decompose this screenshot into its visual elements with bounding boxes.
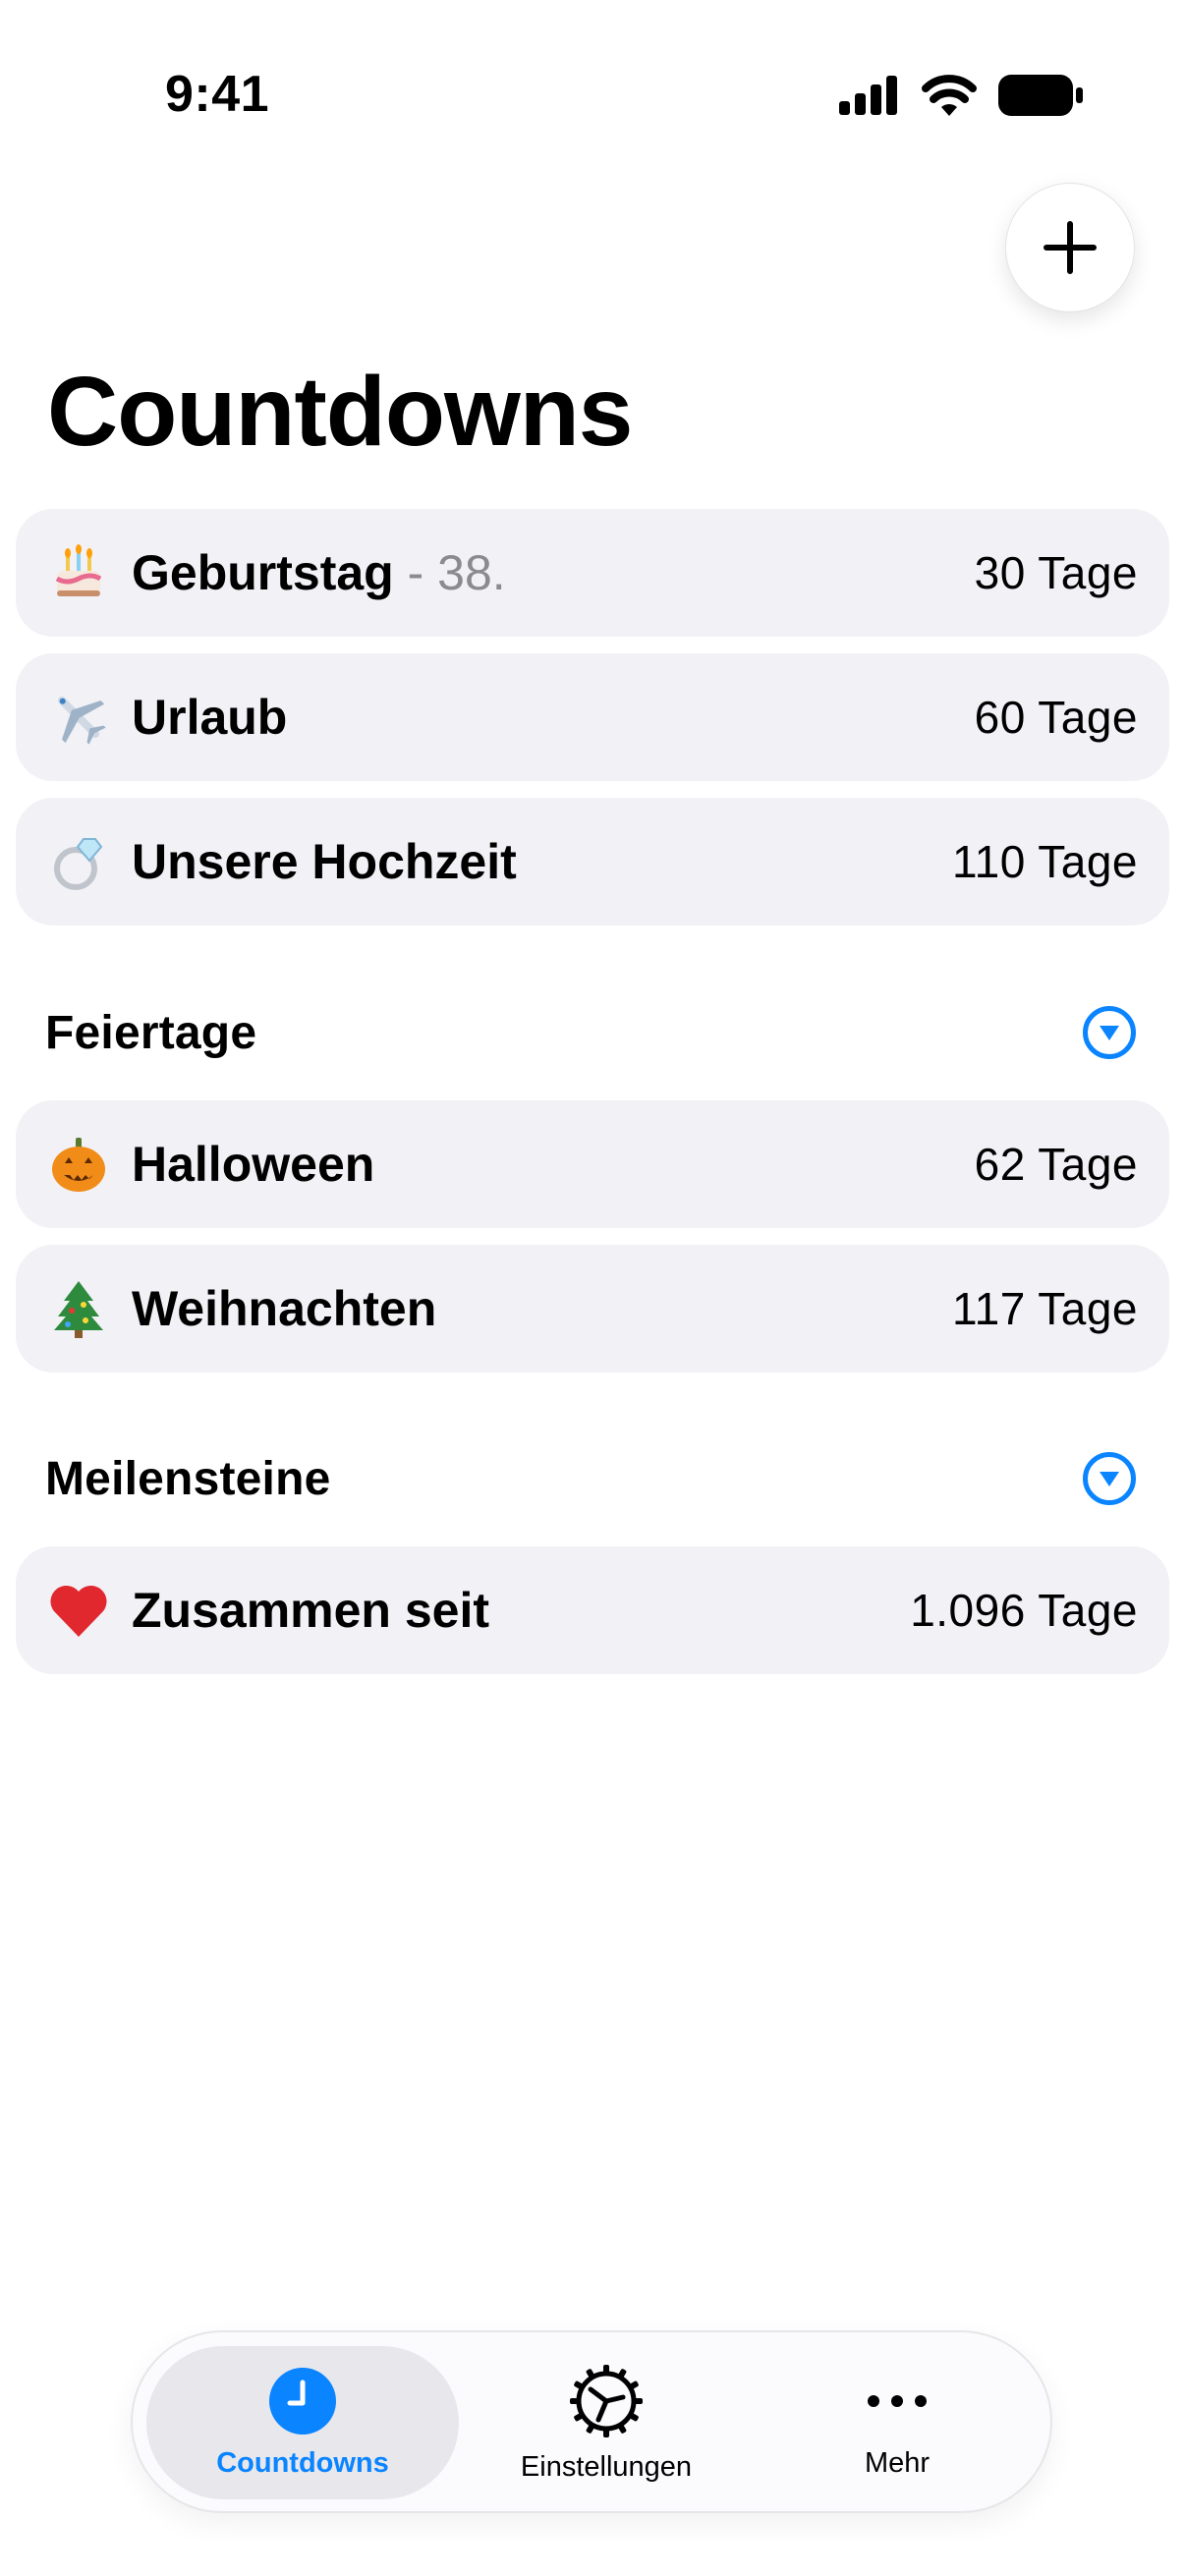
heart-icon	[45, 1577, 112, 1644]
section-header-feiertage: Feiertage	[45, 1007, 257, 1059]
countdown-title: Halloween	[132, 1137, 375, 1192]
countdown-title: Unsere Hochzeit	[132, 834, 517, 889]
countdown-row-halloween[interactable]: Halloween 62 Tage	[16, 1100, 1169, 1228]
tab-einstellungen[interactable]: Einstellungen	[459, 2346, 754, 2499]
countdown-value: 1.096 Tage	[910, 1585, 1138, 1636]
airplane-icon	[45, 684, 112, 751]
countdown-value: 30 Tage	[974, 547, 1138, 598]
section-header-meilensteine: Meilensteine	[45, 1453, 331, 1505]
gear-icon	[570, 2364, 643, 2437]
countdown-title: Weihnachten	[132, 1281, 437, 1336]
cake-icon	[45, 539, 112, 606]
countdown-row-urlaub[interactable]: Urlaub 60 Tage	[16, 653, 1169, 781]
countdown-value: 117 Tage	[951, 1283, 1138, 1334]
tab-label: Countdowns	[216, 2446, 389, 2479]
countdown-row-weihnachten[interactable]: Weihnachten 117 Tage	[16, 1245, 1169, 1372]
ring-icon	[45, 828, 112, 895]
section-collapse-button[interactable]	[1083, 1006, 1136, 1059]
countdown-value: 60 Tage	[974, 692, 1138, 743]
status-bar: 9:41	[0, 0, 1185, 167]
countdown-row-geburtstag[interactable]: Geburtstag - 38. 30 Tage	[16, 509, 1169, 637]
countdown-value: 62 Tage	[974, 1139, 1138, 1190]
countdowns-screen: 9:41 Countdowns Geburtstag - 38. 30 Tage…	[0, 0, 1185, 2576]
cellular-signal-icon	[839, 76, 897, 115]
chevron-down-icon	[1100, 1026, 1119, 1040]
add-countdown-button[interactable]	[1005, 183, 1135, 312]
status-time: 9:41	[165, 66, 270, 123]
tab-label: Mehr	[864, 2446, 931, 2479]
more-icon	[868, 2394, 927, 2407]
plus-icon	[1044, 221, 1097, 274]
countdown-row-hochzeit[interactable]: Unsere Hochzeit 110 Tage	[16, 798, 1169, 925]
tab-countdowns[interactable]: Countdowns	[146, 2346, 459, 2499]
clock-icon	[269, 2367, 336, 2435]
tab-label: Einstellungen	[520, 2450, 693, 2483]
countdown-title: Geburtstag - 38.	[132, 545, 506, 600]
section-collapse-button[interactable]	[1083, 1452, 1136, 1505]
status-icons	[839, 75, 1083, 116]
countdown-row-zusammen[interactable]: Zusammen seit 1.096 Tage	[16, 1546, 1169, 1674]
pumpkin-icon	[45, 1131, 112, 1198]
wifi-icon	[922, 75, 977, 116]
chevron-down-icon	[1100, 1472, 1119, 1486]
page-title: Countdowns	[47, 357, 633, 467]
countdown-title: Zusammen seit	[132, 1583, 490, 1638]
countdown-subtitle: - 38.	[393, 545, 506, 600]
countdown-value: 110 Tage	[951, 836, 1138, 887]
tab-mehr[interactable]: Mehr	[754, 2346, 1041, 2499]
tab-bar: Countdowns Einstellungen Mehr	[131, 2330, 1052, 2513]
christmas-tree-icon	[45, 1275, 112, 1342]
battery-icon	[998, 75, 1083, 116]
countdown-title: Urlaub	[132, 690, 288, 745]
